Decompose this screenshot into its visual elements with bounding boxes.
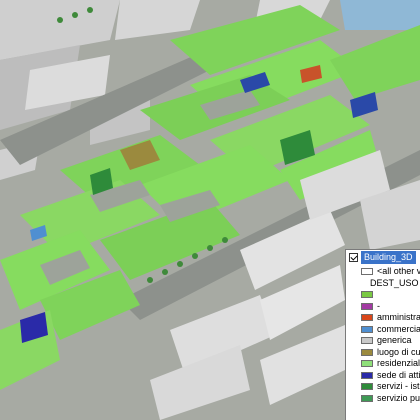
legend-swatch [361, 302, 373, 310]
legend-label: servizio pub [377, 392, 420, 403]
legend-swatch [361, 325, 373, 333]
legend-swatch [361, 337, 373, 344]
legend-swatch [361, 360, 373, 367]
legend-header: Building_3D [346, 250, 420, 266]
legend-row: generica [346, 335, 420, 347]
legend-label: servizi - istru [377, 381, 420, 391]
legend-label: generica [377, 335, 412, 345]
legend-label: sede di attivi [377, 369, 420, 380]
legend-label: <all other va [377, 266, 420, 276]
legend-label: residenziale [377, 358, 420, 368]
legend-swatch [361, 291, 373, 298]
legend-swatch [361, 383, 373, 390]
legend-row [346, 289, 420, 301]
legend-label: amministrat [377, 312, 420, 322]
layer-name[interactable]: Building_3D [361, 251, 416, 264]
legend-label: - [377, 300, 380, 311]
legend-swatch [361, 348, 373, 356]
legend-label: commerciale [377, 323, 420, 334]
legend-label: luogo di cult [377, 346, 420, 357]
legend-row: servizi - istru [346, 381, 420, 393]
legend-field-name: DEST_USO [370, 277, 419, 288]
legend-row: servizio pub [346, 393, 420, 405]
legend-swatch [361, 268, 373, 275]
legend-row-other: <all other va [346, 266, 420, 278]
layer-visibility-checkbox[interactable] [349, 253, 358, 262]
legend-row: - [346, 301, 420, 313]
legend-row: commerciale [346, 324, 420, 336]
legend-swatch [361, 314, 373, 321]
legend-panel: Building_3D <all other va DEST_USO -ammi… [345, 249, 420, 420]
legend-row: residenziale [346, 358, 420, 370]
legend-row: sede di attivi [346, 370, 420, 382]
legend-row: amministrat [346, 312, 420, 324]
legend-field-row: DEST_USO [346, 278, 420, 290]
legend-swatch [361, 394, 373, 402]
legend-row: luogo di cult [346, 347, 420, 359]
legend-swatch [361, 371, 373, 379]
